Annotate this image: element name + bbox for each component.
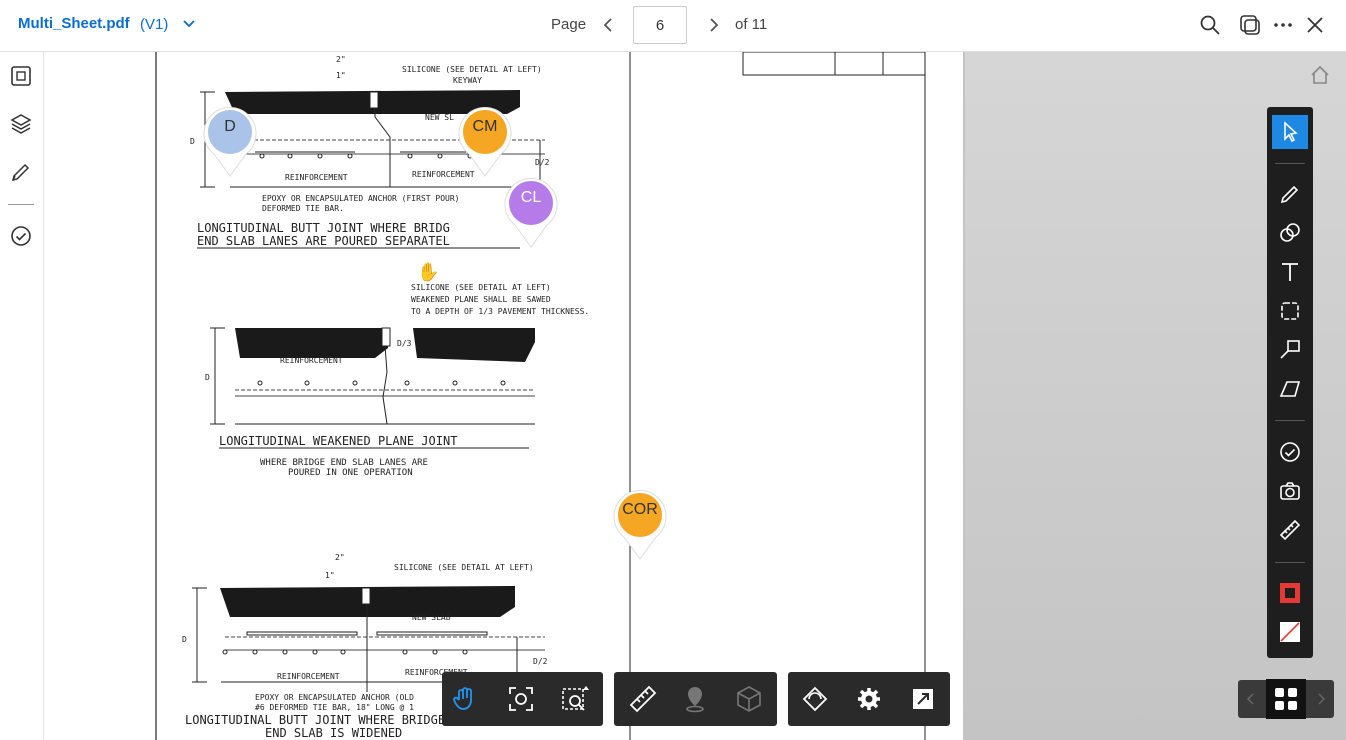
file-version[interactable]: (V1): [140, 16, 168, 33]
pin-label: CM: [472, 118, 498, 135]
layers-icon[interactable]: [9, 112, 33, 136]
compare-icon[interactable]: [1238, 13, 1262, 37]
toolbar-divider: [1275, 163, 1305, 164]
sidebar-divider: [8, 204, 34, 205]
d3-new-slab: NEW SLAB: [412, 613, 451, 622]
callout-arrow-icon[interactable]: [1272, 333, 1308, 367]
d3-dim-2in: 2": [335, 553, 345, 562]
polyline-icon[interactable]: [1272, 372, 1308, 406]
chevron-right-icon[interactable]: [1316, 692, 1326, 706]
markup-toolbar: [1267, 107, 1313, 658]
d2-weakened-1: WEAKENED PLANE SHALL BE SAWED: [411, 295, 551, 304]
page-number-input[interactable]: [633, 6, 687, 44]
d1-epoxy-1: EPOXY OR ENCAPSULATED ANCHOR (FIRST POUR…: [262, 194, 459, 203]
settings-icon[interactable]: [854, 684, 884, 714]
hand-cursor-icon: ✋: [417, 261, 439, 283]
d1-reinforcement-a: REINFORCEMENT: [285, 173, 348, 182]
d3-epoxy-2: #6 DEFORMED TIE BAR, 18" LONG @ 1: [255, 703, 414, 712]
check-stamp-icon[interactable]: [1272, 435, 1308, 469]
pin-label: D: [224, 118, 236, 135]
measure-ruler-icon[interactable]: [1272, 513, 1308, 547]
3d-cube-icon[interactable]: [734, 684, 764, 714]
fullscreen-icon[interactable]: [908, 684, 938, 714]
select-cursor-icon[interactable]: [1272, 115, 1308, 149]
d2-silicone: SILICONE (SEE DETAIL AT LEFT): [411, 283, 551, 292]
chevron-left-icon[interactable]: [1246, 692, 1256, 706]
d1-title-1: LONGITUDINAL BUTT JOINT WHERE BRIDG: [197, 221, 450, 235]
issues-check-icon[interactable]: [9, 224, 33, 248]
d3-title-2: END SLAB IS WIDENED: [265, 726, 402, 740]
pan-hand-icon[interactable]: [450, 684, 480, 714]
d3-d2: D/2: [533, 657, 548, 666]
page-label: Page: [551, 16, 587, 33]
pin-marker-icon: [203, 107, 257, 177]
pin-marker-icon: [613, 490, 667, 560]
chevron-right-icon[interactable]: [704, 14, 724, 36]
zoom-window-icon[interactable]: [560, 684, 590, 714]
d1-dim-1in: 1": [336, 71, 346, 80]
d3-epoxy-1: EPOXY OR ENCAPSULATED ANCHOR (OLD: [255, 693, 414, 702]
d1-silicone: SILICONE (SEE DETAIL AT LEFT): [402, 65, 542, 74]
d3-silicone: SILICONE (SEE DETAIL AT LEFT): [394, 563, 534, 572]
issue-pin[interactable]: COR: [612, 487, 668, 561]
d3-d: D: [182, 635, 187, 644]
measure-icon[interactable]: [628, 684, 658, 714]
d1-title-2: END SLAB LANES ARE POURED SEPARATEL: [197, 234, 450, 248]
toolbar-divider: [1275, 420, 1305, 421]
d3-title-1: LONGITUDINAL BUTT JOINT WHERE BRIDGE: [185, 713, 445, 727]
d1-keyway: KEYWAY: [453, 76, 482, 85]
grid-view-icon[interactable]: [1266, 679, 1306, 719]
fit-to-view-icon[interactable]: [506, 684, 536, 714]
chevron-down-icon[interactable]: [181, 15, 197, 31]
freehand-pen-icon[interactable]: [1272, 177, 1308, 211]
cloud-icon[interactable]: [1272, 294, 1308, 328]
sheets-icon[interactable]: [9, 64, 33, 88]
d1-epoxy-2: DEFORMED TIE BAR.: [262, 204, 344, 213]
d1-dim-2in: 2": [336, 55, 346, 64]
document-viewer[interactable]: 2" 1" SILICONE (SEE DETAIL AT LEFT) KEYW…: [45, 52, 1346, 740]
top-bar: Multi_Sheet.pdf (V1) Page of 11: [0, 0, 1346, 52]
navigation-toolbar: [442, 672, 603, 726]
location-pin-icon[interactable]: [680, 684, 710, 714]
camera-icon[interactable]: [1272, 474, 1308, 508]
rotate-icon[interactable]: [800, 684, 830, 714]
d3-reinforcement-a: REINFORCEMENT: [277, 672, 340, 681]
d3-dim-1in: 1": [325, 571, 335, 580]
text-icon[interactable]: [1272, 255, 1308, 289]
d2-title: LONGITUDINAL WEAKENED PLANE JOINT: [219, 434, 457, 448]
issue-pin[interactable]: D: [202, 104, 258, 178]
pin-label: COR: [622, 501, 658, 518]
pin-marker-icon: [458, 107, 512, 177]
more-icon[interactable]: [1271, 13, 1295, 37]
toolbar-divider: [1275, 562, 1305, 563]
view-switcher[interactable]: [1238, 679, 1334, 719]
stroke-color-icon[interactable]: [1272, 576, 1308, 610]
pin-marker-icon: [504, 178, 558, 248]
close-icon[interactable]: [1303, 13, 1327, 37]
left-sidebar: [0, 52, 44, 740]
page-count: of 11: [735, 16, 768, 33]
d2-reinforcement: REINFORCEMENT: [280, 356, 343, 365]
d2-sub-1: WHERE BRIDGE END SLAB LANES ARE: [260, 458, 428, 468]
d2-weakened-2: TO A DEPTH OF 1/3 PAVEMENT THICKNESS.: [411, 307, 589, 316]
d1-new-slab: NEW SL: [425, 113, 454, 122]
pin-label: CL: [520, 189, 542, 206]
d2-d: D: [205, 373, 210, 382]
d2-d3: D/3: [397, 339, 412, 348]
home-icon[interactable]: [1309, 64, 1331, 86]
d1-d: D: [190, 137, 195, 146]
fill-none-icon[interactable]: [1272, 615, 1308, 649]
search-icon[interactable]: [1198, 13, 1222, 37]
view-toolbar: [788, 672, 950, 726]
issue-pin[interactable]: CL: [503, 175, 559, 249]
file-name[interactable]: Multi_Sheet.pdf: [18, 15, 130, 32]
markup-pen-icon[interactable]: [9, 160, 33, 184]
issue-pin[interactable]: CM: [457, 104, 513, 178]
chevron-left-icon[interactable]: [598, 14, 618, 36]
shapes-icon[interactable]: [1272, 216, 1308, 250]
d2-sub-2: POURED IN ONE OPERATION: [288, 468, 413, 478]
model-toolbar: [614, 672, 777, 726]
d1-d2: D/2: [535, 158, 550, 167]
